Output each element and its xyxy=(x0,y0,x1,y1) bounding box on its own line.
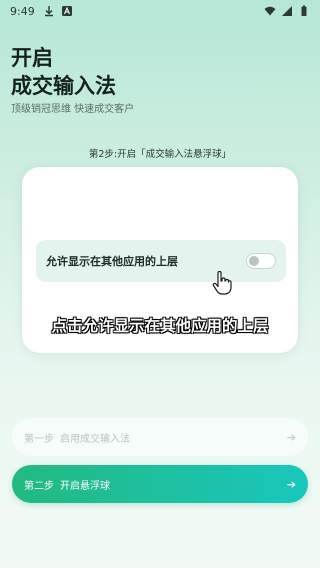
step2-button[interactable]: 第二步 开启悬浮球 ➔ xyxy=(12,465,308,503)
status-time: 9:49 xyxy=(10,4,35,18)
step-caption: 第2步:开启「成交输入法悬浮球」 xyxy=(88,149,232,160)
step2-label: 开启悬浮球 xyxy=(60,480,110,492)
step1-button[interactable]: 第一步 启用成交输入法 ➔ xyxy=(12,418,308,456)
page-title-line2: 成交输入法 xyxy=(11,74,116,98)
signal-icon xyxy=(282,6,292,16)
battery-icon xyxy=(301,5,307,16)
wifi-icon xyxy=(264,6,276,16)
step2-number: 第二步 xyxy=(24,480,54,492)
demo-instruction-text: 点击允许显示在其他应用的上层 xyxy=(51,317,269,335)
demo-permission-label: 允许显示在其他应用的上层 xyxy=(46,255,178,268)
status-system-icons xyxy=(264,5,310,17)
demo-permission-row: 允许显示在其他应用的上层 xyxy=(36,240,286,282)
hand-pointer-icon xyxy=(212,271,232,295)
step1-number: 第一步 xyxy=(24,433,54,445)
page-subtitle: 顶级销冠思维 快速成交客户 xyxy=(11,104,135,115)
download-icon xyxy=(44,6,53,17)
status-notifications xyxy=(43,5,73,17)
demo-toggle-knob xyxy=(249,256,259,266)
demo-toggle xyxy=(246,253,276,269)
a-icon xyxy=(61,6,72,16)
step1-label: 启用成交输入法 xyxy=(60,433,130,445)
status-bar: 9:49 xyxy=(0,0,320,22)
step1-arrow-icon: ➔ xyxy=(286,430,296,444)
step2-arrow-icon: ➔ xyxy=(286,477,296,491)
page-title-line1: 开启 xyxy=(11,46,53,70)
